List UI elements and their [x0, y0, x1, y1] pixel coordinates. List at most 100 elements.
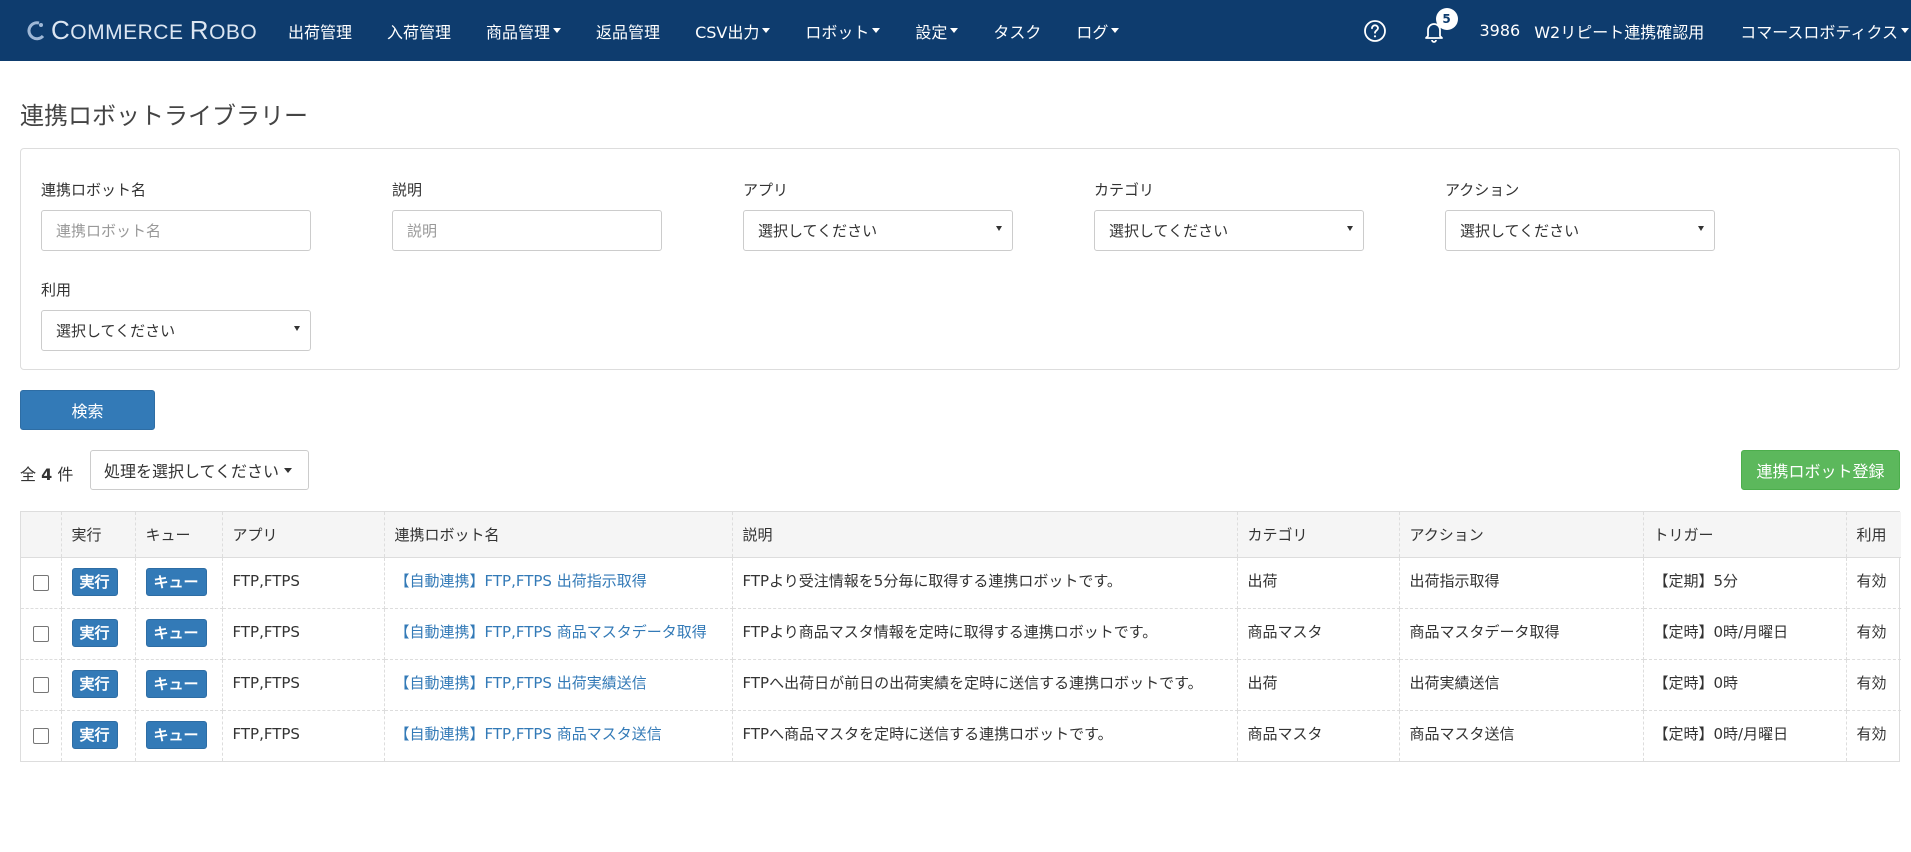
robot-name-label: 連携ロボット名	[41, 181, 147, 199]
usage-select[interactable]: 選択してください	[41, 310, 311, 351]
category-cell: 出荷	[1237, 557, 1400, 609]
bulk-action-dropdown[interactable]: 処理を選択してください	[90, 450, 309, 490]
header-action: アクション	[1399, 512, 1644, 558]
nav-item-8[interactable]: ログ	[1076, 19, 1120, 43]
queue-button[interactable]: キュー	[145, 669, 207, 698]
run-cell: 実行	[61, 557, 136, 609]
header-description: 説明	[732, 512, 1238, 558]
logo[interactable]: COMMERCE ROBO	[25, 0, 257, 61]
table-row: 実行 キュー FTP,FTPS 【自動連携】FTP,FTPS 出荷指示取得 FTPより受…	[21, 557, 1901, 609]
run-button[interactable]: 実行	[71, 567, 118, 596]
trigger-cell: 【定時】0時	[1643, 659, 1847, 711]
usage-select-value: 選択してください	[56, 322, 176, 340]
action-cell: 商品マスタデータ取得	[1399, 608, 1644, 660]
app-cell: FTP,FTPS	[222, 608, 385, 660]
nav-item-label: 設定	[915, 22, 948, 42]
register-robot-button[interactable]: 連携ロボット登録	[1741, 450, 1900, 490]
chevron-down-icon	[284, 467, 293, 473]
app-select-value: 選択してください	[758, 222, 878, 240]
robot-name-link[interactable]: 【自動連携】FTP,FTPS 商品マスタ送信	[395, 725, 662, 743]
run-button[interactable]: 実行	[71, 669, 118, 698]
robot-name-link[interactable]: 【自動連携】FTP,FTPS 商品マスタデータ取得	[395, 623, 707, 641]
nav-item-label: ロボット	[805, 22, 870, 42]
queue-cell: キュー	[135, 710, 223, 761]
robot-name-link[interactable]: 【自動連携】FTP,FTPS 出荷指示取得	[395, 572, 647, 590]
nav-item-label: ログ	[1076, 22, 1109, 42]
app-select[interactable]: 選択してください	[743, 210, 1013, 251]
nav-item-label: タスク	[993, 22, 1042, 42]
nav-item-label: 返品管理	[596, 22, 661, 42]
usage-label: 利用	[41, 281, 72, 299]
header-trigger: トリガー	[1643, 512, 1847, 558]
main-nav: 出荷管理 入荷管理 商品管理 返品管理 CSV出力 ロボット 設定 タスク ログ	[288, 0, 1154, 61]
category-select[interactable]: 選択してください	[1094, 210, 1364, 251]
row-select-cell	[21, 608, 62, 660]
table-header-row: 実行 キュー アプリ 連携ロボット名 説明 カテゴリ アクション トリガー 利用	[21, 512, 1901, 558]
name-cell: 【自動連携】FTP,FTPS 商品マスタ送信	[384, 710, 733, 761]
search-button[interactable]: 検索	[20, 390, 155, 430]
notifications-button[interactable]: 5	[1422, 7, 1458, 43]
robot-table: 実行 キュー アプリ 連携ロボット名 説明 カテゴリ アクション トリガー 利用…	[20, 511, 1901, 762]
usage-cell: 有効	[1846, 608, 1901, 660]
filter-action: アクション 選択してください	[1445, 179, 1715, 251]
header-run: 実行	[61, 512, 136, 558]
queue-button[interactable]: キュー	[145, 567, 207, 596]
bulk-action-label: 処理を選択してください	[104, 462, 280, 481]
run-button[interactable]: 実行	[71, 618, 118, 647]
nav-item-3[interactable]: 返品管理	[596, 19, 660, 43]
nav-item-label: 商品管理	[486, 22, 551, 42]
robot-name-link[interactable]: 【自動連携】FTP,FTPS 出荷実績送信	[395, 674, 647, 692]
header-name: 連携ロボット名	[384, 512, 733, 558]
chevron-down-icon	[950, 28, 959, 33]
row-checkbox[interactable]	[32, 677, 49, 693]
trigger-cell: 【定時】0時/月曜日	[1643, 608, 1847, 660]
row-checkbox[interactable]	[32, 728, 49, 744]
description-cell: FTPへ商品マスタを定時に送信する連携ロボットです。	[732, 710, 1238, 761]
row-checkbox[interactable]	[32, 575, 49, 591]
table-row: 実行 キュー FTP,FTPS 【自動連携】FTP,FTPS 商品マスタ送信 FTPへ商…	[21, 710, 1901, 761]
action-label: アクション	[1445, 181, 1520, 199]
usage-cell: 有効	[1846, 557, 1901, 609]
action-select-value: 選択してください	[1460, 222, 1580, 240]
run-button[interactable]: 実行	[71, 720, 118, 749]
total-prefix: 全	[20, 465, 37, 484]
queue-button[interactable]: キュー	[145, 618, 207, 647]
description-cell: FTPより商品マスタ情報を定時に取得する連携ロボットです。	[732, 608, 1238, 660]
help-icon[interactable]	[1363, 19, 1387, 43]
app-label: アプリ	[743, 181, 789, 199]
name-cell: 【自動連携】FTP,FTPS 出荷実績送信	[384, 659, 733, 711]
category-select-value: 選択してください	[1109, 222, 1229, 240]
row-select-cell	[21, 659, 62, 711]
nav-item-0[interactable]: 出荷管理	[288, 19, 352, 43]
nav-item-7[interactable]: タスク	[993, 19, 1041, 43]
row-checkbox[interactable]	[32, 626, 49, 642]
trigger-cell: 【定時】0時/月曜日	[1643, 710, 1847, 761]
action-select[interactable]: 選択してください	[1445, 210, 1715, 251]
queue-cell: キュー	[135, 557, 223, 609]
action-cell: 商品マスタ送信	[1399, 710, 1644, 761]
select-arrow-icon	[1698, 226, 1704, 231]
nav-item-2[interactable]: 商品管理	[486, 19, 562, 43]
description-input[interactable]	[392, 210, 662, 251]
run-cell: 実行	[61, 710, 136, 761]
company-menu[interactable]: コマースロボティクス	[1740, 19, 1909, 43]
select-arrow-icon	[1347, 226, 1353, 231]
total-count: 全 4 件	[20, 461, 73, 485]
company-name: コマースロボティクス	[1740, 22, 1898, 42]
name-cell: 【自動連携】FTP,FTPS 出荷指示取得	[384, 557, 733, 609]
app-cell: FTP,FTPS	[222, 659, 385, 711]
nav-item-6[interactable]: 設定	[915, 19, 959, 43]
nav-item-label: CSV出力	[695, 22, 760, 42]
filter-usage: 利用 選択してください	[41, 279, 311, 351]
header-category: カテゴリ	[1237, 512, 1400, 558]
robot-name-input[interactable]	[41, 210, 311, 251]
header-app: アプリ	[222, 512, 385, 558]
account-name: W2リピート連携確認用	[1534, 22, 1705, 42]
row-select-cell	[21, 710, 62, 761]
description-cell: FTPより受注情報を5分毎に取得する連携ロボットです。	[732, 557, 1238, 609]
nav-item-1[interactable]: 入荷管理	[387, 19, 451, 43]
nav-item-5[interactable]: ロボット	[805, 19, 881, 43]
nav-item-4[interactable]: CSV出力	[695, 19, 771, 43]
category-label: カテゴリ	[1094, 181, 1155, 199]
queue-button[interactable]: キュー	[145, 720, 207, 749]
